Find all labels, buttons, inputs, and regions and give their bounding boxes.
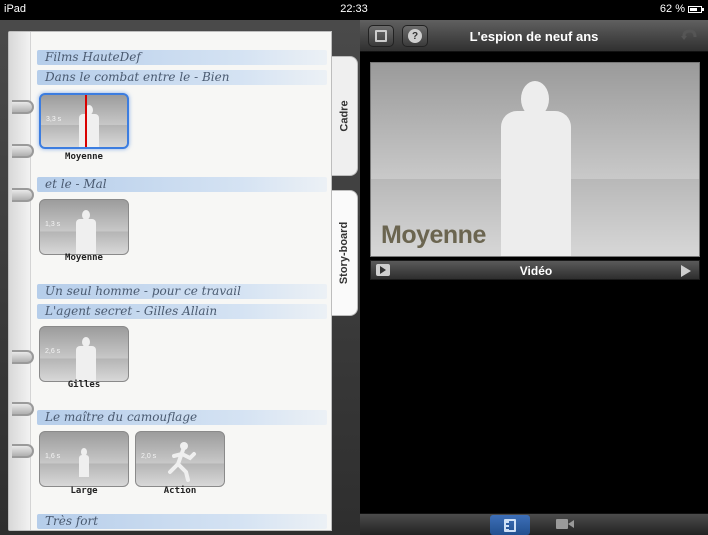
section-title: Films HauteDef bbox=[45, 50, 141, 64]
clip-thumbnail[interactable]: 3,3 s bbox=[39, 93, 129, 149]
ring-icon bbox=[12, 188, 34, 202]
running-figure bbox=[168, 442, 196, 482]
clip-label: Large bbox=[70, 486, 98, 496]
section-title: Dans le combat entre le - Bien bbox=[45, 70, 230, 84]
video-preview[interactable]: Moyenne bbox=[370, 62, 700, 257]
clip-duration: 1,3 s bbox=[45, 221, 61, 228]
section-title: et le - Mal bbox=[45, 177, 107, 191]
filmstrip-icon bbox=[504, 518, 516, 532]
filmstrip-button[interactable] bbox=[490, 515, 530, 535]
undo-icon bbox=[681, 29, 697, 40]
clip-duration: 2,6 s bbox=[45, 348, 61, 355]
tab-storyboard[interactable]: Story-board bbox=[332, 190, 358, 316]
video-bar: Vidéo bbox=[370, 260, 700, 280]
status-bar: iPad 22:33 62 % bbox=[0, 0, 708, 20]
clip-label: Moyenne bbox=[65, 152, 103, 162]
battery-icon bbox=[688, 5, 704, 13]
ring-icon bbox=[12, 350, 34, 364]
battery-indicator: 62 % bbox=[659, 3, 704, 15]
undo-button[interactable] bbox=[676, 25, 702, 47]
clip-duration: 3,3 s bbox=[46, 116, 62, 123]
preview-pane: ? L'espion de neuf ans Moyenne Vidéo bbox=[360, 20, 708, 535]
ring-icon bbox=[12, 402, 34, 416]
section-title: Très fort bbox=[45, 514, 99, 528]
battery-percent: 62 % bbox=[659, 3, 685, 15]
tab-storyboard-label: Story-board bbox=[338, 221, 351, 285]
clip-label: Moyenne bbox=[65, 253, 103, 263]
video-camera-icon[interactable] bbox=[556, 519, 574, 529]
clip-thumbnail[interactable]: 2,6 s bbox=[39, 326, 129, 382]
video-bar-label: Vidéo bbox=[519, 264, 553, 278]
section-title: L'agent secret - Gilles Allain bbox=[45, 304, 218, 318]
section-title: Un seul homme - pour ce travail bbox=[45, 284, 241, 298]
clip-duration: 1,6 s bbox=[45, 453, 61, 460]
project-title: L'espion de neuf ans bbox=[469, 29, 599, 44]
storyboard-notebook: Films HauteDef Dans le combat entre le -… bbox=[8, 31, 332, 531]
figure-silhouette bbox=[501, 111, 571, 256]
clip-label: Gilles bbox=[67, 380, 101, 390]
next-icon[interactable] bbox=[681, 265, 691, 277]
figure-silhouette bbox=[76, 346, 96, 381]
clip-thumbnail[interactable]: 2,0 s bbox=[135, 431, 225, 487]
tab-frame-label: Cadre bbox=[338, 100, 351, 132]
title-bar: ? L'espion de neuf ans bbox=[360, 20, 708, 52]
clock: 22:33 bbox=[340, 3, 368, 15]
figure-silhouette bbox=[76, 219, 96, 254]
clip-label: Action bbox=[163, 486, 197, 496]
shot-type-label: Moyenne bbox=[381, 221, 486, 249]
clip-thumbnail[interactable]: 1,3 s bbox=[39, 199, 129, 255]
ring-icon bbox=[12, 444, 34, 458]
figure-silhouette bbox=[79, 114, 99, 147]
clip-thumbnail[interactable]: 1,6 s bbox=[39, 431, 129, 487]
figure-silhouette bbox=[79, 455, 89, 477]
ring-icon bbox=[12, 100, 34, 114]
playhead[interactable] bbox=[85, 95, 87, 147]
tab-frame[interactable]: Cadre bbox=[332, 56, 358, 176]
bottom-toolbar bbox=[360, 513, 708, 535]
section-title: Le maître du camouflage bbox=[45, 410, 198, 424]
ring-icon bbox=[12, 144, 34, 158]
